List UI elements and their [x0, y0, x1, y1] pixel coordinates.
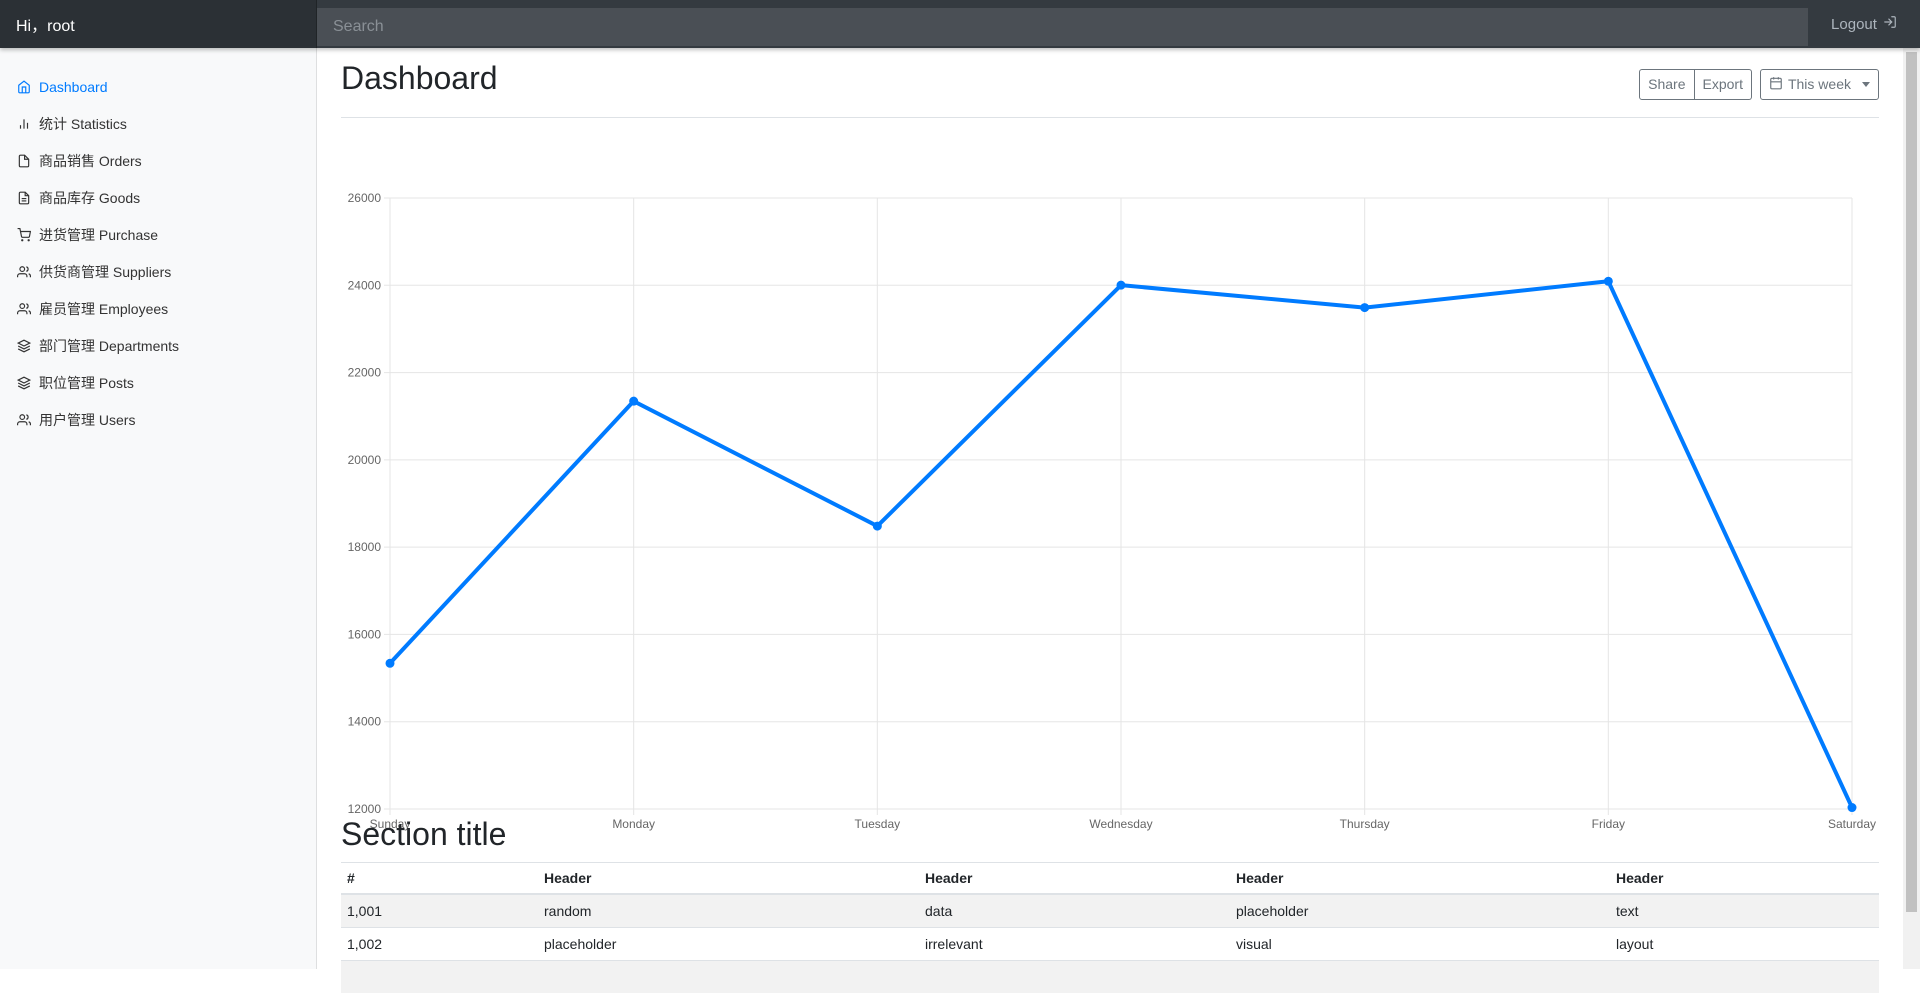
table-cell: text	[1610, 893, 1879, 928]
sidebar-item-suppliers[interactable]: 供货商管理 Suppliers	[0, 253, 317, 290]
shopping-cart-icon	[16, 227, 32, 243]
column-header: Header	[1610, 862, 1879, 895]
x-tick-label: Thursday	[1340, 817, 1390, 831]
y-tick-label: 14000	[348, 715, 382, 729]
page-toolbar: Share Export This week	[1639, 68, 1879, 100]
brand-greeting[interactable]: Hi，root	[0, 0, 317, 48]
data-point	[385, 658, 395, 668]
chart-svg: 12000 14000 16000 18000 20000 22000 24000 26000…	[348, 191, 1876, 831]
sidebar-item-label: 雇员管理 Employees	[39, 300, 169, 317]
column-header: Header	[538, 862, 919, 895]
table-cell	[538, 960, 919, 993]
sidebar-item-label: 商品销售 Orders	[39, 152, 142, 169]
main-content: Dashboard Share Export This week 12000 14…	[341, 48, 1879, 993]
table-cell: 1,001	[341, 893, 538, 928]
logout-label: Logout	[1831, 15, 1877, 33]
scrollbar-thumb[interactable]	[1906, 52, 1917, 912]
caret-down-icon	[1862, 81, 1870, 87]
table-cell	[1610, 960, 1879, 993]
x-tick-label: Saturday	[1828, 817, 1876, 831]
sidebar-item-employees[interactable]: 雇员管理 Employees	[0, 290, 317, 327]
home-icon	[16, 79, 32, 95]
users-icon	[16, 264, 32, 280]
share-export-group: Share Export	[1639, 68, 1752, 100]
sidebar-item-goods[interactable]: 商品库存 Goods	[0, 179, 317, 216]
x-tick-label: Wednesday	[1089, 817, 1152, 831]
bar-chart-icon	[16, 116, 32, 132]
section-title: Section title	[341, 816, 507, 852]
file-text-icon	[16, 190, 32, 206]
y-tick-label: 22000	[348, 366, 382, 380]
sidebar-item-label: 用户管理 Users	[39, 411, 136, 428]
table-row: 1,001 random data placeholder text	[341, 893, 1879, 928]
data-point	[629, 396, 639, 406]
y-tick-label: 16000	[348, 627, 382, 641]
table-cell: irrelevant	[919, 927, 1230, 961]
top-navbar: Hi，root Logout	[0, 0, 1920, 48]
y-tick-label: 24000	[348, 278, 382, 292]
table-cell: layout	[1610, 927, 1879, 961]
table-cell: placeholder	[538, 927, 919, 961]
column-header: Header	[919, 862, 1230, 895]
table-cell: data	[919, 893, 1230, 928]
sidebar-item-label: 进货管理 Purchase	[39, 226, 159, 243]
sidebar-item-purchase[interactable]: 进货管理 Purchase	[0, 216, 317, 253]
table-cell: placeholder	[1230, 893, 1610, 928]
sidebar-item-label: 供货商管理 Suppliers	[39, 263, 172, 280]
logout-button[interactable]: Logout	[1808, 0, 1920, 48]
calendar-icon	[1769, 76, 1783, 93]
period-label: This week	[1787, 76, 1851, 92]
table-row	[341, 960, 1879, 993]
y-tick-label: 20000	[348, 453, 382, 467]
sidebar-item-statistics[interactable]: 统计 Statistics	[0, 105, 317, 142]
page-title: Dashboard	[341, 60, 498, 96]
sidebar-item-label: 职位管理 Posts	[39, 374, 134, 391]
sidebar-item-label: 统计 Statistics	[39, 115, 127, 132]
y-tick-label: 18000	[348, 540, 382, 554]
log-in-icon	[1883, 15, 1897, 33]
x-tick-label: Monday	[612, 817, 655, 831]
data-point	[1603, 276, 1613, 286]
table-row: 1,002 placeholder irrelevant visual layo…	[341, 927, 1879, 961]
data-point	[1116, 280, 1126, 290]
users-icon	[16, 301, 32, 317]
table-cell	[341, 960, 538, 993]
search-input[interactable]	[317, 7, 1808, 46]
table-cell: 1,002	[341, 927, 538, 961]
sidebar-item-dashboard[interactable]: Dashboard	[0, 68, 317, 105]
table-cell	[919, 960, 1230, 993]
page-header: Dashboard Share Export This week	[341, 48, 1879, 118]
data-point	[1847, 803, 1857, 813]
sidebar-item-posts[interactable]: 职位管理 Posts	[0, 364, 317, 401]
sidebar-item-label: 商品库存 Goods	[39, 189, 141, 206]
sidebar-item-orders[interactable]: 商品销售 Orders	[0, 142, 317, 179]
y-tick-label: 26000	[348, 191, 382, 205]
sidebar-item-label: Dashboard	[39, 78, 108, 95]
data-table: # Header Header Header Header 1,001 rand…	[341, 862, 1879, 993]
y-tick-label: 12000	[348, 802, 382, 816]
table-cell: visual	[1230, 927, 1610, 961]
layers-icon	[16, 338, 32, 354]
line-chart: 12000 14000 16000 18000 20000 22000 24000 26000…	[341, 140, 1879, 840]
sidebar-item-users[interactable]: 用户管理 Users	[0, 401, 317, 438]
column-header: Header	[1230, 862, 1610, 895]
sidebar: Dashboard 统计 Statistics 商品销售 Orders 商品库存…	[0, 48, 317, 969]
data-point	[872, 521, 882, 531]
users-icon	[16, 412, 32, 428]
x-tick-label: Tuesday	[855, 817, 901, 831]
sidebar-item-departments[interactable]: 部门管理 Departments	[0, 327, 317, 364]
period-dropdown[interactable]: This week	[1759, 68, 1879, 100]
file-icon	[16, 153, 32, 169]
column-header: #	[341, 862, 538, 895]
table-cell: random	[538, 893, 919, 928]
table-cell	[1230, 960, 1610, 993]
share-button[interactable]: Share	[1639, 68, 1695, 100]
vertical-scrollbar[interactable]	[1903, 48, 1920, 969]
sidebar-item-label: 部门管理 Departments	[39, 337, 180, 354]
export-button[interactable]: Export	[1694, 68, 1752, 100]
table-header-row: # Header Header Header Header	[341, 862, 1879, 895]
layers-icon	[16, 375, 32, 391]
x-tick-label: Friday	[1592, 817, 1625, 831]
data-point	[1360, 303, 1370, 313]
